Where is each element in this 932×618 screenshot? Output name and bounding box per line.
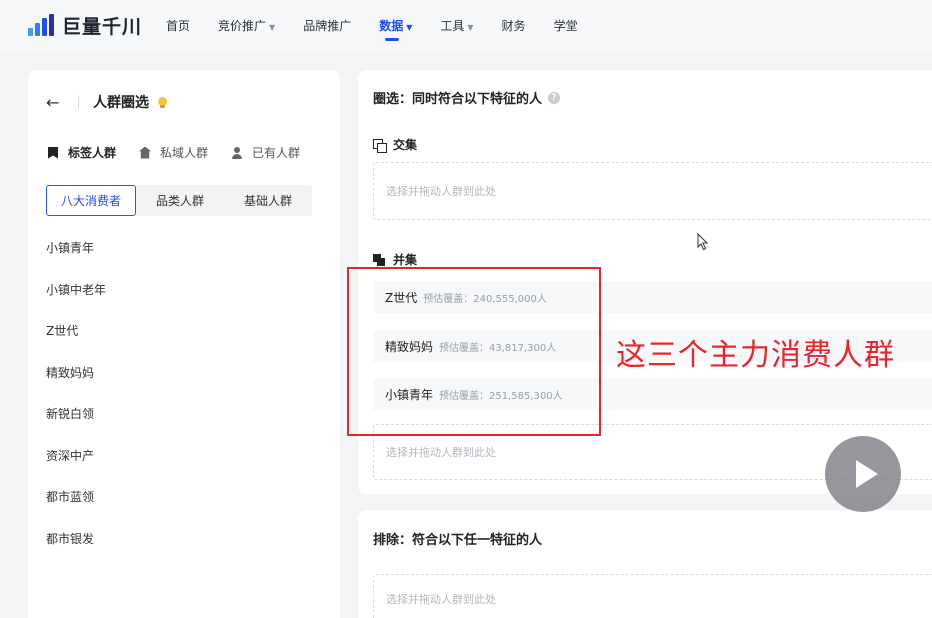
list-item[interactable]: 资深中产 — [46, 446, 106, 488]
tab-label: 私域人群 — [160, 146, 209, 160]
logo[interactable]: 巨量千川 — [28, 12, 142, 39]
tab-private-audience[interactable]: 私域人群 — [138, 144, 208, 161]
list-item[interactable]: 小镇青年 — [46, 238, 106, 280]
union-label-text: 并集 — [393, 253, 418, 267]
category-tabs: 标签人群 私域人群 已有人群 — [46, 144, 322, 161]
segment-control: 八大消费者 品类人群 基础人群 — [46, 185, 312, 216]
main-nav: 首页 竞价推广 ▼ 品牌推广 数据 ▼ 工具 ▼ 财务 学堂 — [166, 17, 606, 41]
annotation-highlight-box — [347, 267, 601, 436]
nav-item-3[interactable]: 数据 ▼ — [379, 17, 413, 41]
intersect-icon — [373, 138, 387, 153]
logo-text: 巨量千川 — [62, 16, 143, 38]
list-item[interactable]: 新锐白领 — [46, 404, 106, 446]
nav-item-label: 数据 — [379, 19, 404, 33]
logo-bars-icon — [28, 13, 56, 38]
nav-item-6[interactable]: 学堂 — [554, 17, 578, 34]
segment-category-audience[interactable]: 品类人群 — [136, 185, 224, 216]
left-panel: ← 人群圈选 标签人群 私域人群 已有人群 八大消费者 品类人群 基础人群 小镇… — [28, 70, 340, 618]
caret-down-icon: ▼ — [467, 23, 474, 32]
list-item[interactable]: 都市银发 — [46, 529, 106, 571]
play-icon[interactable] — [825, 436, 901, 512]
left-panel-header: ← 人群圈选 — [46, 92, 169, 112]
nav-item-1[interactable]: 竞价推广 ▼ — [218, 17, 275, 34]
dropzone-placeholder: 选择并拖动人群到此处 — [386, 593, 496, 606]
tab-label: 标签人群 — [68, 146, 117, 160]
segment-basic-audience[interactable]: 基础人群 — [224, 185, 312, 216]
tab-label: 已有人群 — [252, 146, 301, 160]
help-icon[interactable]: ? — [548, 91, 561, 104]
union-icon — [373, 253, 385, 266]
mouse-cursor-icon — [697, 233, 709, 251]
list-item[interactable]: 都市蓝领 — [46, 487, 106, 529]
list-item[interactable]: 精致妈妈 — [46, 363, 106, 405]
caret-down-icon: ▼ — [406, 23, 413, 32]
user-icon — [230, 146, 244, 160]
top-nav-bar: 巨量千川 首页 竞价推广 ▼ 品牌推广 数据 ▼ 工具 ▼ 财务 学堂 — [0, 0, 932, 52]
selection-title-text: 圈选：同时符合以下特征的人 — [373, 92, 543, 107]
nav-item-label: 首页 — [166, 19, 191, 33]
dropzone-placeholder: 选择并拖动人群到此处 — [386, 185, 496, 198]
exclude-title: 排除：符合以下任一特征的人 — [373, 533, 543, 548]
tag-icon — [46, 146, 60, 160]
dropzone-placeholder: 选择并拖动人群到此处 — [386, 446, 496, 459]
nav-item-label: 工具 — [440, 19, 465, 33]
nav-item-4[interactable]: 工具 ▼ — [440, 17, 473, 34]
exclude-dropzone[interactable]: 选择并拖动人群到此处 — [373, 574, 932, 618]
nav-item-5[interactable]: 财务 — [502, 17, 526, 34]
nav-item-0[interactable]: 首页 — [166, 17, 190, 34]
nav-item-label: 竞价推广 — [218, 19, 267, 33]
intersect-label-text: 交集 — [393, 138, 418, 152]
exclude-panel: 排除：符合以下任一特征的人 选择并拖动人群到此处 — [358, 510, 932, 618]
nav-item-label: 学堂 — [553, 19, 578, 33]
audience-list: 小镇青年 小镇中老年 Z世代 精致妈妈 新锐白领 资深中产 都市蓝领 都市银发 — [46, 238, 106, 570]
lightbulb-icon[interactable] — [155, 94, 169, 110]
list-item[interactable]: Z世代 — [46, 321, 106, 363]
annotation-text: 这三个主力消费人群 — [616, 338, 895, 373]
tab-tag-audience[interactable]: 标签人群 — [46, 144, 116, 161]
selection-title: 圈选：同时符合以下特征的人 ? — [373, 88, 561, 107]
house-icon — [138, 146, 152, 160]
union-label: 并集 — [373, 251, 417, 268]
nav-item-label: 品牌推广 — [303, 19, 352, 33]
intersect-dropzone[interactable]: 选择并拖动人群到此处 — [373, 162, 932, 220]
intersect-label: 交集 — [373, 136, 417, 153]
divider — [78, 95, 79, 109]
back-arrow-icon[interactable]: ← — [46, 93, 66, 112]
tab-existing-audience[interactable]: 已有人群 — [230, 144, 300, 161]
nav-item-label: 财务 — [501, 19, 526, 33]
nav-item-2[interactable]: 品牌推广 — [303, 17, 351, 34]
list-item[interactable]: 小镇中老年 — [46, 280, 106, 322]
panel-title: 人群圈选 — [93, 95, 149, 111]
caret-down-icon: ▼ — [269, 23, 276, 32]
segment-eight-consumers[interactable]: 八大消费者 — [46, 185, 136, 216]
